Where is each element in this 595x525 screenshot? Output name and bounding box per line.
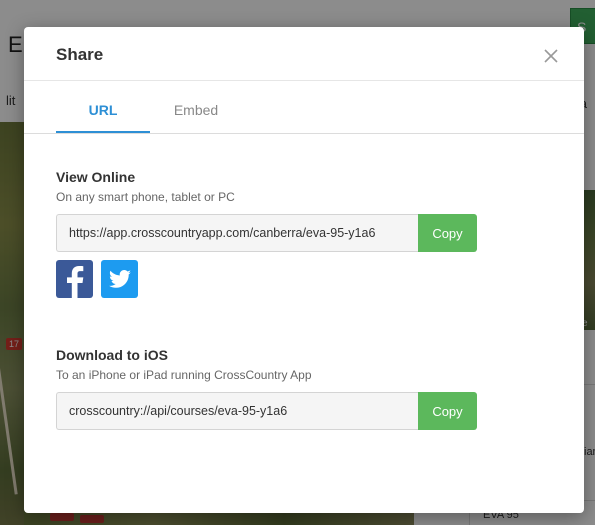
copy-ios-link-button[interactable]: Copy (418, 392, 477, 430)
download-ios-url-group: Copy (56, 392, 477, 430)
share-dialog: Share URL Embed View Online On any smart… (24, 27, 584, 513)
view-online-title: View Online (56, 169, 136, 185)
download-ios-subtitle: To an iPhone or iPad running CrossCountr… (56, 368, 312, 382)
download-ios-title: Download to iOS (56, 347, 168, 363)
copy-url-button[interactable]: Copy (418, 214, 477, 252)
twitter-share-button[interactable] (101, 260, 138, 298)
dialog-title: Share (56, 45, 104, 64)
tab-embed[interactable]: Embed (154, 80, 238, 133)
download-ios-url-input[interactable] (56, 392, 418, 430)
facebook-share-button[interactable] (56, 260, 93, 298)
view-online-url-group: Copy (56, 214, 477, 252)
dialog-header: Share (24, 27, 584, 81)
twitter-icon (109, 270, 131, 288)
view-online-subtitle: On any smart phone, tablet or PC (56, 190, 235, 204)
facebook-icon (67, 266, 84, 298)
close-icon[interactable] (542, 47, 560, 65)
view-online-url-input[interactable] (56, 214, 418, 252)
tab-url[interactable]: URL (56, 80, 150, 133)
share-tabs: URL Embed (24, 80, 584, 134)
